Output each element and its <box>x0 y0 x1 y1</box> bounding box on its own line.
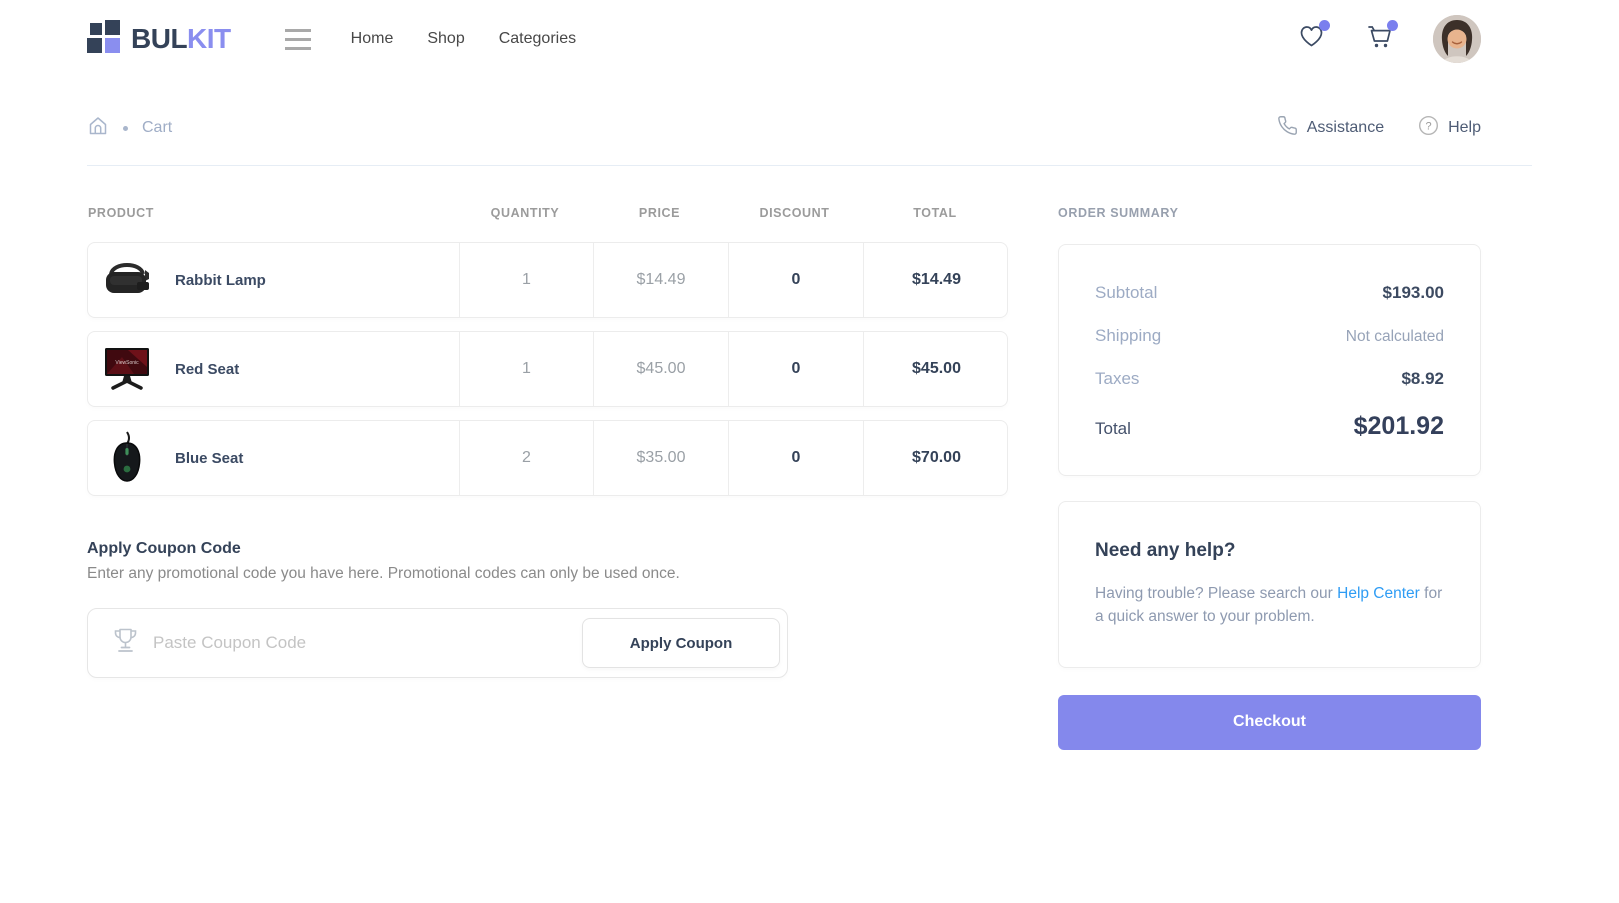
trophy-icon <box>112 626 139 661</box>
product-name[interactable]: Red Seat <box>175 361 239 378</box>
breadcrumb-separator <box>123 126 128 131</box>
total-value: $45.00 <box>863 332 1009 406</box>
breadcrumb-bar: Cart Assistance ? Help <box>0 108 1619 148</box>
assistance-label: Assistance <box>1307 119 1384 137</box>
home-icon[interactable] <box>87 115 109 142</box>
col-header-product: PRODUCT <box>87 206 458 220</box>
table-row: Blue Seat 2 $35.00 0 $70.00 <box>87 420 1008 496</box>
table-row: Rabbit Lamp 1 $14.49 0 $14.49 <box>87 242 1008 318</box>
brand-name: BULKIT <box>131 23 231 55</box>
nav-item-shop[interactable]: Shop <box>427 30 464 48</box>
price-value: $14.49 <box>593 243 728 317</box>
header: BULKIT Home Shop Categories <box>0 0 1619 78</box>
total-label: Total <box>1095 419 1131 439</box>
quantity-value: 1 <box>459 243 593 317</box>
taxes-label: Taxes <box>1095 369 1139 389</box>
nav-item-categories[interactable]: Categories <box>499 30 576 48</box>
price-value: $35.00 <box>593 421 728 495</box>
discount-value: 0 <box>728 243 863 317</box>
shipping-value: Not calculated <box>1346 328 1444 346</box>
summary-row-subtotal: Subtotal $193.00 <box>1095 283 1444 303</box>
support-links: Assistance ? Help <box>1277 115 1481 141</box>
svg-text:?: ? <box>1426 121 1432 133</box>
wishlist-badge <box>1319 20 1330 31</box>
cart-button[interactable] <box>1365 24 1393 55</box>
col-header-price: PRICE <box>592 206 727 220</box>
summary-column: ORDER SUMMARY Subtotal $193.00 Shipping … <box>1058 206 1481 750</box>
quantity-value: 2 <box>459 421 593 495</box>
product-cell: Blue Seat <box>88 421 459 495</box>
hamburger-menu-icon[interactable] <box>281 25 315 54</box>
breadcrumb: Cart <box>87 115 172 142</box>
taxes-value: $8.92 <box>1401 369 1444 389</box>
order-total-value: $201.92 <box>1354 412 1444 441</box>
help-card-title: Need any help? <box>1095 540 1444 562</box>
checkout-button[interactable]: Checkout <box>1058 695 1481 750</box>
subtotal-value: $193.00 <box>1383 283 1444 303</box>
quantity-value: 1 <box>459 332 593 406</box>
shipping-label: Shipping <box>1095 326 1161 346</box>
coupon-section: Apply Coupon Code Enter any promotional … <box>87 540 1008 678</box>
assistance-link[interactable]: Assistance <box>1277 115 1384 141</box>
product-cell: ViewSonic Red Seat <box>88 332 459 406</box>
main-nav: Home Shop Categories <box>351 30 576 48</box>
summary-row-shipping: Shipping Not calculated <box>1095 326 1444 346</box>
subtotal-label: Subtotal <box>1095 283 1157 303</box>
brand-logo[interactable]: BULKIT <box>87 20 231 59</box>
coupon-description: Enter any promotional code you have here… <box>87 565 1008 583</box>
discount-value: 0 <box>728 421 863 495</box>
coupon-code-input[interactable] <box>153 633 582 653</box>
summary-row-taxes: Taxes $8.92 <box>1095 369 1444 389</box>
wishlist-button[interactable] <box>1298 24 1325 54</box>
cart-column: PRODUCT QUANTITY PRICE DISCOUNT TOTAL Ra <box>87 206 1008 750</box>
help-center-link[interactable]: Help Center <box>1337 585 1420 602</box>
help-text-before: Having trouble? Please search our <box>1095 585 1337 602</box>
heart-icon <box>1298 36 1325 53</box>
summary-row-total: Total $201.92 <box>1095 412 1444 441</box>
product-cell: Rabbit Lamp <box>88 243 459 317</box>
help-card-body: Having trouble? Please search our Help C… <box>1095 582 1444 629</box>
col-header-quantity: QUANTITY <box>458 206 592 220</box>
divider <box>87 165 1532 166</box>
question-circle-icon: ? <box>1418 115 1439 141</box>
cart-table-header: PRODUCT QUANTITY PRICE DISCOUNT TOTAL <box>87 206 1008 220</box>
price-value: $45.00 <box>593 332 728 406</box>
phone-icon <box>1277 115 1298 141</box>
gaming-mouse-image <box>101 432 153 484</box>
product-name[interactable]: Rabbit Lamp <box>175 272 266 289</box>
brand-logo-icon <box>87 20 121 59</box>
vr-headset-image <box>101 254 153 306</box>
col-header-total: TOTAL <box>862 206 1008 220</box>
main-content: PRODUCT QUANTITY PRICE DISCOUNT TOTAL Ra <box>0 206 1619 750</box>
order-summary-card: Subtotal $193.00 Shipping Not calculated… <box>1058 244 1481 476</box>
svg-text:ViewSonic: ViewSonic <box>115 360 139 366</box>
apply-coupon-button[interactable]: Apply Coupon <box>582 618 780 668</box>
header-actions <box>1298 15 1481 63</box>
help-label: Help <box>1448 119 1481 137</box>
table-row: ViewSonic Red Seat 1 $45.00 0 $45.00 <box>87 331 1008 407</box>
help-card: Need any help? Having trouble? Please se… <box>1058 501 1481 668</box>
total-value: $70.00 <box>863 421 1009 495</box>
breadcrumb-current[interactable]: Cart <box>142 119 172 137</box>
coupon-title: Apply Coupon Code <box>87 540 1008 558</box>
discount-value: 0 <box>728 332 863 406</box>
user-avatar[interactable] <box>1433 15 1481 63</box>
help-link[interactable]: ? Help <box>1418 115 1481 141</box>
total-value: $14.49 <box>863 243 1009 317</box>
cart-icon <box>1365 37 1393 54</box>
monitor-image: ViewSonic <box>101 343 153 395</box>
nav-item-home[interactable]: Home <box>351 30 394 48</box>
col-header-discount: DISCOUNT <box>727 206 862 220</box>
order-summary-title: ORDER SUMMARY <box>1058 206 1481 220</box>
cart-badge <box>1387 20 1398 31</box>
product-name[interactable]: Blue Seat <box>175 450 243 467</box>
coupon-input-group: Apply Coupon <box>87 608 788 678</box>
